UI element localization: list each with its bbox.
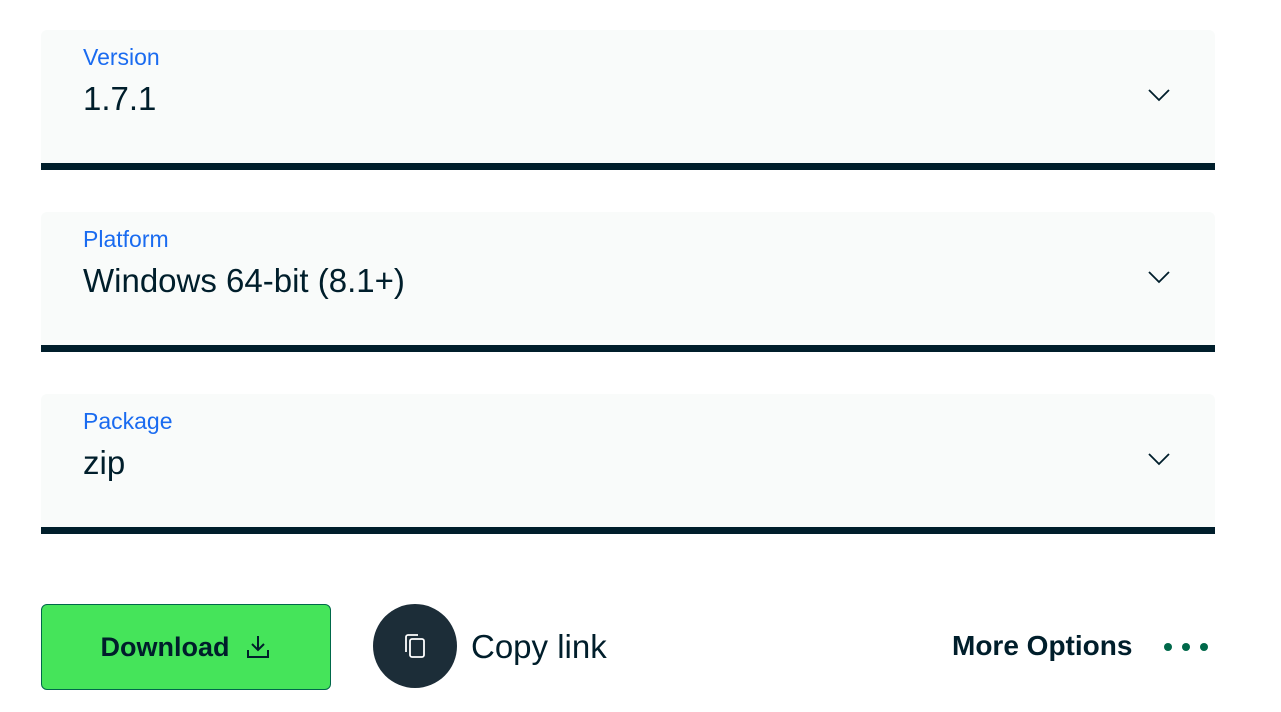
- download-button-label: Download: [100, 631, 230, 662]
- chevron-down-icon: [1148, 453, 1170, 466]
- platform-select[interactable]: Platform Windows 64-bit (8.1+): [41, 212, 1215, 352]
- platform-value: Windows 64-bit (8.1+): [83, 262, 405, 299]
- version-label: Version: [83, 44, 160, 70]
- package-value: zip: [83, 444, 126, 481]
- package-select[interactable]: Package zip: [41, 394, 1215, 534]
- copy-link-label[interactable]: Copy link: [471, 628, 607, 666]
- platform-label: Platform: [83, 226, 169, 252]
- version-select[interactable]: Version 1.7.1: [41, 30, 1215, 170]
- package-label: Package: [83, 408, 173, 434]
- download-icon: [246, 636, 269, 658]
- version-value: 1.7.1: [83, 80, 157, 117]
- copy-icon: [405, 634, 425, 658]
- chevron-down-icon: [1148, 89, 1170, 102]
- copy-link-button[interactable]: [373, 604, 457, 688]
- more-horizontal-icon[interactable]: [1160, 638, 1212, 656]
- chevron-down-icon: [1148, 271, 1170, 284]
- more-options-link[interactable]: More Options: [952, 630, 1132, 662]
- download-button[interactable]: Download: [41, 604, 331, 690]
